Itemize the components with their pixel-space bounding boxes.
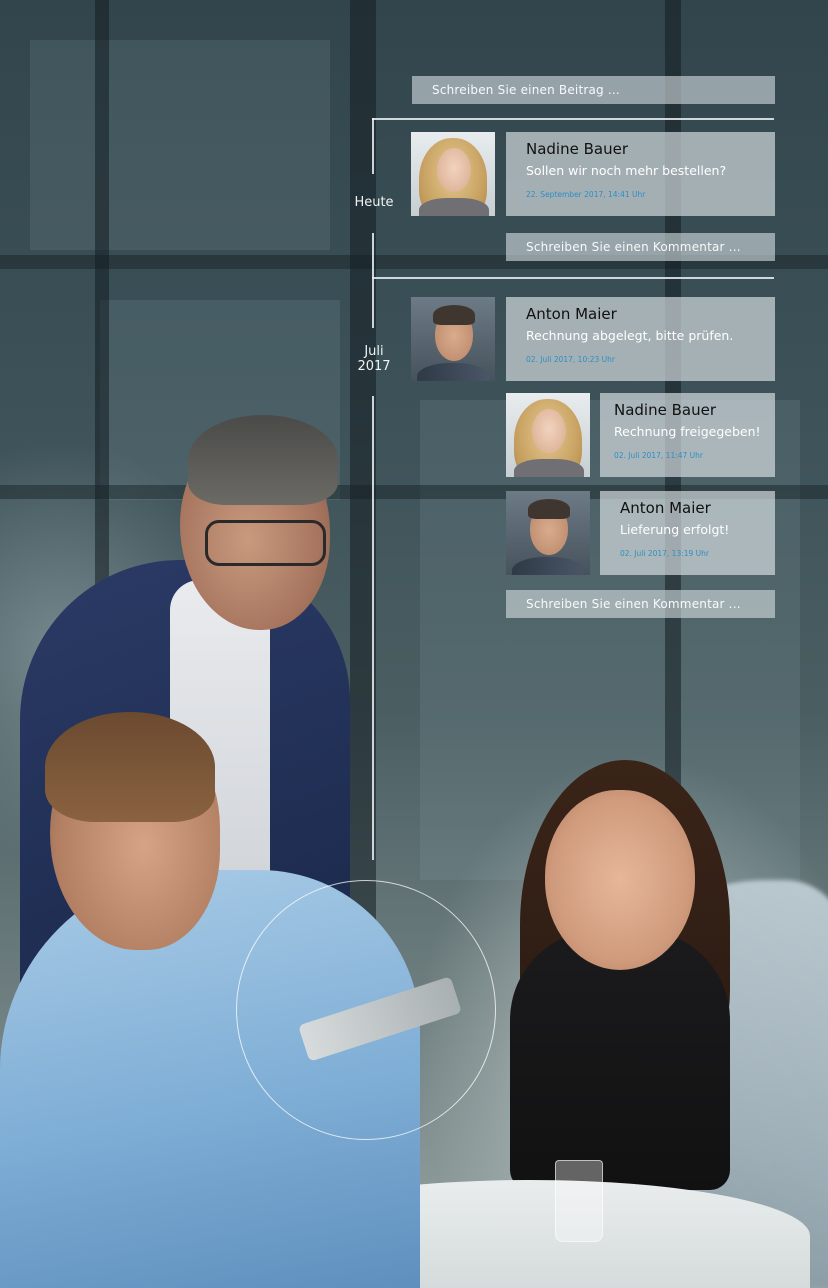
- avatar-face: [532, 409, 566, 453]
- reply-card[interactable]: Anton Maier Lieferung erfolgt! 02. Juli …: [600, 491, 775, 575]
- water-glass: [555, 1160, 603, 1242]
- post-author: Nadine Bauer: [526, 140, 628, 158]
- reply-author: Nadine Bauer: [614, 401, 716, 419]
- avatar-hair: [528, 499, 570, 519]
- timeline-line: [372, 396, 374, 860]
- sitting-man-hair: [45, 712, 215, 822]
- timeline-line: [372, 233, 374, 328]
- timeline-line: [372, 118, 374, 174]
- post-input[interactable]: Schreiben Sie einen Beitrag ...: [412, 76, 775, 104]
- glasses: [205, 520, 326, 566]
- avatar-shoulder: [419, 198, 489, 216]
- reply-timestamp: 02. Juli 2017, 11:47 Uhr: [614, 451, 704, 460]
- woman-face: [545, 790, 695, 970]
- avatar-shoulder: [512, 557, 584, 575]
- highlight-circle: [236, 880, 496, 1140]
- reply-author: Anton Maier: [620, 499, 711, 517]
- reply-card[interactable]: Nadine Bauer Rechnung freigegeben! 02. J…: [600, 393, 775, 477]
- standing-man-hair: [188, 415, 338, 505]
- comment-input[interactable]: Schreiben Sie einen Kommentar ...: [506, 590, 775, 618]
- avatar-shoulder: [514, 459, 584, 477]
- date-label-month: Juli: [364, 344, 384, 359]
- avatar-hair: [433, 305, 475, 325]
- post-card[interactable]: Anton Maier Rechnung abgelegt, bitte prü…: [506, 297, 775, 381]
- post-timestamp: 02. Juli 2017, 10:23 Uhr: [526, 355, 616, 364]
- timeline-divider: [372, 118, 774, 120]
- avatar-anton-maier[interactable]: [411, 297, 495, 381]
- avatar-shoulder: [417, 363, 489, 381]
- post-message: Rechnung abgelegt, bitte prüfen.: [526, 328, 734, 343]
- date-label-july-2017: Juli 2017: [352, 344, 396, 374]
- date-label-today: Heute: [354, 195, 394, 210]
- comment-input[interactable]: Schreiben Sie einen Kommentar ...: [506, 233, 775, 261]
- avatar-nadine-bauer[interactable]: [506, 393, 590, 477]
- window-pane: [30, 40, 330, 250]
- reply-message: Lieferung erfolgt!: [620, 522, 730, 537]
- avatar-nadine-bauer[interactable]: [411, 132, 495, 216]
- avatar-anton-maier[interactable]: [506, 491, 590, 575]
- timeline-divider: [372, 277, 774, 279]
- avatar-face: [437, 148, 471, 192]
- date-label-year: 2017: [357, 359, 391, 374]
- post-message: Sollen wir noch mehr bestellen?: [526, 163, 727, 178]
- reply-message: Rechnung freigegeben!: [614, 424, 761, 439]
- post-author: Anton Maier: [526, 305, 617, 323]
- post-timestamp: 22. September 2017, 14:41 Uhr: [526, 190, 646, 199]
- reply-timestamp: 02. Juli 2017, 13:19 Uhr: [620, 549, 710, 558]
- post-card[interactable]: Nadine Bauer Sollen wir noch mehr bestel…: [506, 132, 775, 216]
